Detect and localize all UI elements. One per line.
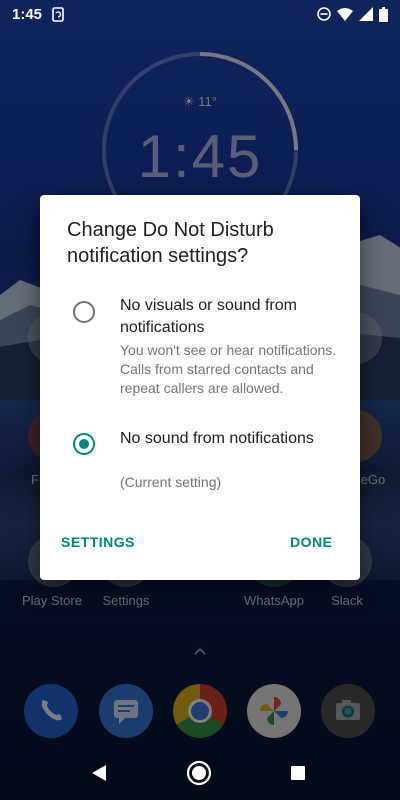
battery-icon xyxy=(379,6,388,22)
option-label: No visuals or sound from notifications xyxy=(120,297,297,336)
back-icon[interactable] xyxy=(90,764,108,782)
option-no-sound[interactable]: No sound from notifications (Current set… xyxy=(40,427,360,497)
status-time: 1:45 xyxy=(12,5,43,23)
status-bar: 1:45 xyxy=(0,0,400,28)
home-icon[interactable] xyxy=(186,760,212,786)
phone-sync-icon xyxy=(52,6,64,22)
navigation-bar xyxy=(0,744,400,800)
do-not-disturb-icon xyxy=(317,7,331,21)
option-no-visuals-or-sound[interactable]: No visuals or sound from notifications Y… xyxy=(40,293,360,418)
do-not-disturb-dialog: Change Do Not Disturb notification setti… xyxy=(40,195,360,580)
radio-button-unselected[interactable] xyxy=(73,301,95,323)
settings-button[interactable]: SETTINGS xyxy=(61,534,135,550)
dialog-title: Change Do Not Disturb notification setti… xyxy=(67,219,274,267)
option-description: (Current setting) xyxy=(120,474,222,490)
radio-button-selected[interactable] xyxy=(73,433,95,455)
signal-icon xyxy=(359,7,373,21)
option-description: You won't see or hear notifications. Cal… xyxy=(120,342,337,396)
wifi-icon xyxy=(337,7,353,21)
option-label: No sound from notifications xyxy=(120,430,314,447)
status-icons xyxy=(317,6,388,22)
done-button[interactable]: DONE xyxy=(290,534,332,550)
recents-icon[interactable] xyxy=(290,765,306,781)
